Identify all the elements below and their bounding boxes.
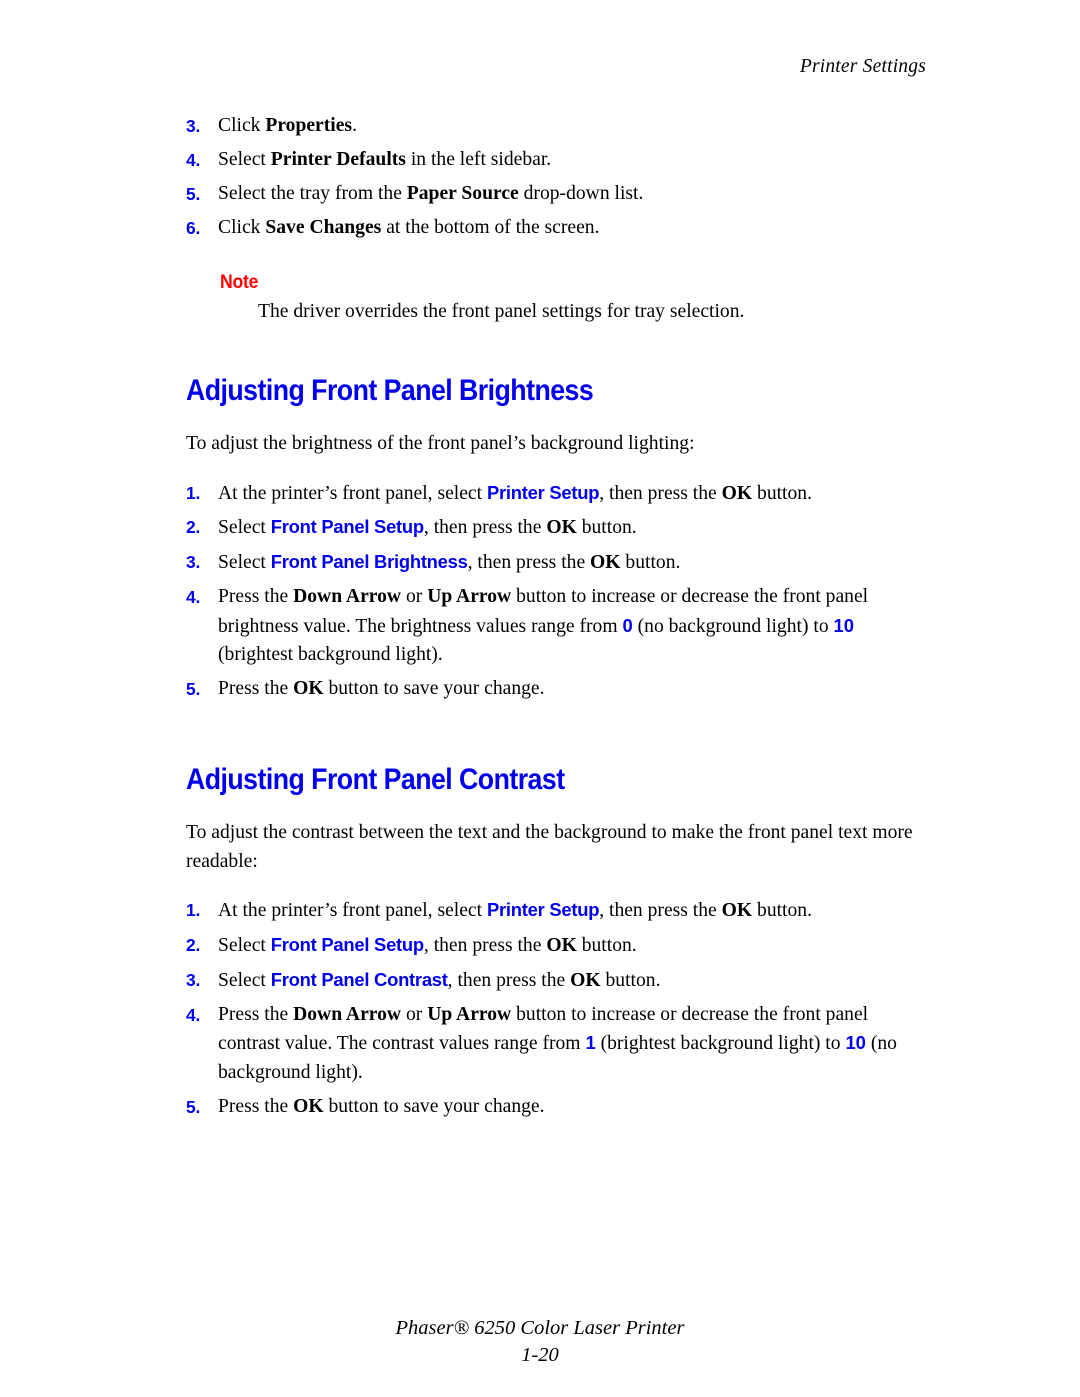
step-number: 1. [186,482,201,503]
step-number: 5. [186,183,201,204]
note-callout: Note The driver overrides the front pane… [186,272,916,326]
procedure-step: 1. At the printer’s front panel, select P… [186,896,916,925]
emphasis-term: OK [570,970,601,991]
contrast-section: Adjusting Front Panel Contrast To adjust… [186,763,916,1121]
step-number: 4. [186,1004,201,1025]
procedure-step: 4. Select Printer Defaults in the left si… [186,146,916,174]
note-body-text: The driver overrides the front panel set… [258,301,745,323]
section-heading-brightness: Adjusting Front Panel Brightness [186,374,594,408]
footer-page-number: 1-20 [521,1344,559,1366]
contrast-intro-wrap: To adjust the contrast between the text … [186,819,916,876]
page-footer: Phaser® 6250 Color Laser Printer 1-20 [0,1315,1080,1369]
brightness-section: Adjusting Front Panel Brightness To adju… [186,374,916,703]
step-number: 2. [186,517,201,538]
ui-term: Front Panel Contrast [270,969,448,990]
emphasis-term: OK [721,900,753,922]
ui-term: Printer Setup [486,899,600,921]
emphasis-term: OK [293,677,324,699]
procedure-step: 2. Select Front Panel Setup, then press t… [186,513,916,542]
step-text: Select Front Panel Brightness, then pres… [218,551,681,574]
brightness-intro-paragraph: To adjust the brightness of the front pa… [186,433,695,455]
step-number: 5. [186,678,201,699]
step-text: At the printer’s front panel, select Pri… [218,481,812,504]
emphasis-term: Up Arrow [427,586,512,608]
emphasis-term: Properties [265,115,353,136]
contrast-step-list: 1. At the printer’s front panel, select P… [186,896,916,1121]
step-text: Select Front Panel Contrast, then press … [218,969,661,991]
setting-value: 10 [845,1032,866,1054]
step-number: 3. [186,970,201,990]
setting-value: 10 [833,614,854,636]
step-text: Press the OK button to save your change. [218,677,545,699]
contrast-intro-paragraph: To adjust the contrast between the text … [186,822,913,872]
ui-term: Front Panel Setup [270,516,424,538]
ui-term: Front Panel Setup [270,934,424,956]
procedure-step: 5. Press the OK button to save your chang… [186,675,916,703]
step-number: 1. [186,900,201,921]
step-text: Press the Down Arrow or Up Arrow button … [218,1003,897,1083]
emphasis-term: OK [546,517,577,539]
step-text: Select Front Panel Setup, then press the… [218,516,637,539]
emphasis-term: Printer Defaults [270,148,406,170]
footer-product-name: Phaser® 6250 Color Laser Printer [395,1317,685,1339]
step-number: 4. [186,149,201,170]
running-header: Printer Settings [799,56,926,77]
step-number: 3. [186,552,201,573]
ui-term: Front Panel Brightness [270,551,468,573]
step-number: 5. [186,1096,201,1117]
brightness-intro-wrap: To adjust the brightness of the front pa… [186,430,916,458]
section-heading-contrast: Adjusting Front Panel Contrast [186,763,565,797]
emphasis-term: OK [590,552,621,574]
step-number: 2. [186,935,201,956]
procedure-step: 5. Select the tray from the Paper Source … [186,180,916,208]
procedure-step: 2. Select Front Panel Setup, then press t… [186,931,916,960]
step-text: At the printer’s front panel, select Pri… [218,899,812,922]
step-text: Press the OK button to save your change. [218,1095,545,1117]
ui-term: Printer Setup [486,481,600,503]
procedure-step: 1. At the printer’s front panel, select P… [186,479,916,508]
top-procedure-step-list: 3. Click Properties. 4. Select Printer Defa… [186,112,916,242]
step-text: Select Front Panel Setup, then press the… [218,934,637,957]
procedure-step: 3. Select Front Panel Brightness, then pr… [186,548,916,577]
procedure-step: 5. Press the OK button to save your chang… [186,1093,916,1121]
emphasis-term: Paper Source [406,182,519,204]
note-label: Note [220,272,259,294]
emphasis-term: Down Arrow [293,586,402,608]
emphasis-term: OK [293,1095,324,1117]
procedure-step: 4. Press the Down Arrow or Up Arrow butto… [186,1001,916,1087]
document-page: Printer Settings 3. Click Properties. 4. Se… [0,0,1080,1397]
emphasis-term: Up Arrow [427,1003,512,1025]
step-number: 6. [186,217,201,238]
page-content: 3. Click Properties. 4. Select Printer Defa… [186,112,916,1127]
step-number: 3. [186,116,201,136]
procedure-step: 4. Press the Down Arrow or Up Arrow butto… [186,583,916,669]
setting-value: 1 [585,1032,596,1054]
step-text: Click Save Changes at the bottom of the … [218,216,600,238]
step-number: 4. [186,587,201,608]
brightness-step-list: 1. At the printer’s front panel, select P… [186,479,916,704]
emphasis-term: OK [546,935,577,957]
step-text: Select Printer Defaults in the left side… [218,148,552,170]
step-text: Press the Down Arrow or Up Arrow button … [218,586,869,666]
step-text: Select the tray from the Paper Source dr… [218,182,644,204]
emphasis-term: Save Changes [265,216,382,238]
procedure-step: 3. Click Properties. [186,112,916,140]
procedure-step: 3. Select Front Panel Contrast, then pres… [186,966,916,995]
procedure-step: 6. Click Save Changes at the bottom of th… [186,214,916,242]
setting-value: 0 [622,614,633,636]
emphasis-term: OK [721,482,753,504]
emphasis-term: Down Arrow [293,1003,402,1025]
step-text: Click Properties. [218,115,357,136]
